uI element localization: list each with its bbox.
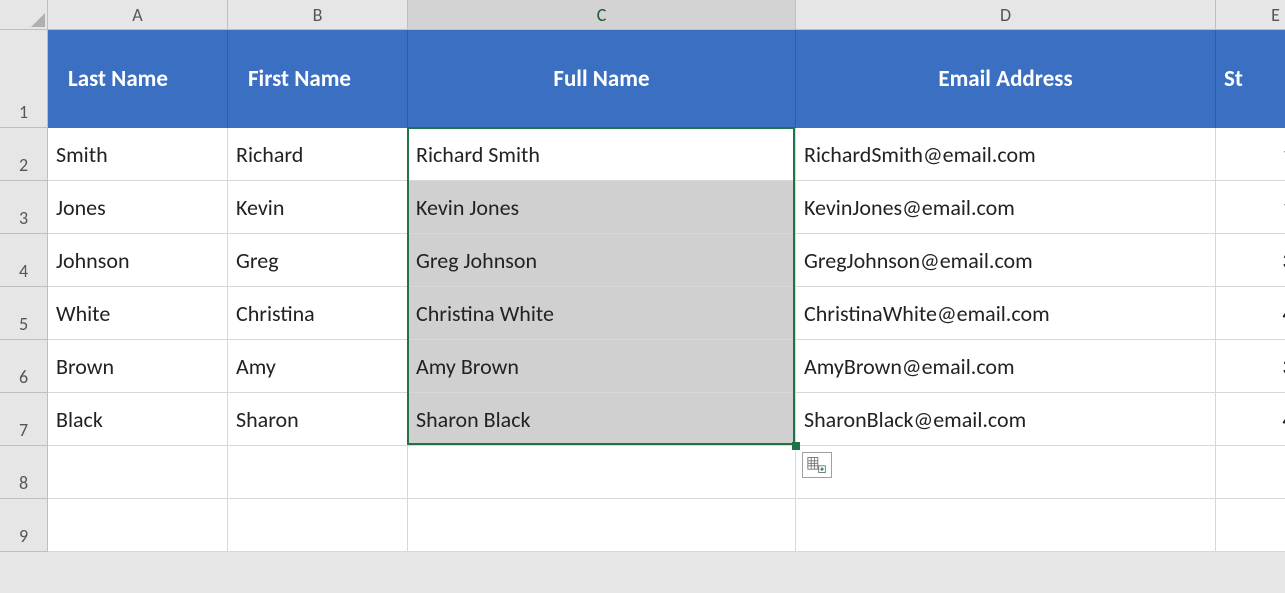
column-header-C[interactable]: C: [408, 0, 796, 30]
cell-C9[interactable]: [408, 499, 796, 552]
cell-E5[interactable]: 4365: [1216, 287, 1285, 340]
cell-A5[interactable]: White: [48, 287, 228, 340]
cell-E2[interactable]: 1734: [1216, 128, 1285, 181]
column-header-B[interactable]: B: [228, 0, 408, 30]
cell-A6[interactable]: Brown: [48, 340, 228, 393]
cell-D6[interactable]: AmyBrown@email.com: [796, 340, 1216, 393]
cell-E3[interactable]: 1807: [1216, 181, 1285, 234]
cell-E6[interactable]: 3311: [1216, 340, 1285, 393]
cell-D8[interactable]: [796, 446, 1216, 499]
cell-A7[interactable]: Black: [48, 393, 228, 446]
table-header-cell[interactable]: Email Address: [796, 30, 1216, 128]
cell-E8[interactable]: [1216, 446, 1285, 499]
cell-A3[interactable]: Jones: [48, 181, 228, 234]
cell-B8[interactable]: [228, 446, 408, 499]
table-header-cell[interactable]: Last Name: [48, 30, 228, 128]
row-header-6[interactable]: 6: [0, 340, 48, 393]
cell-B7[interactable]: Sharon: [228, 393, 408, 446]
row-header-3[interactable]: 3: [0, 181, 48, 234]
column-header-D[interactable]: D: [796, 0, 1216, 30]
cell-D9[interactable]: [796, 499, 1216, 552]
table-row: BlackSharonSharon BlackSharonBlack@email…: [48, 393, 1285, 446]
row-header-9[interactable]: 9: [0, 499, 48, 552]
table-header-cell[interactable]: Full Name: [408, 30, 796, 128]
cell-B6[interactable]: Amy: [228, 340, 408, 393]
cell-D2[interactable]: RichardSmith@email.com: [796, 128, 1216, 181]
cell-B3[interactable]: Kevin: [228, 181, 408, 234]
spreadsheet: ABCDE 123456789 Last NameFirst NameFull …: [0, 0, 1285, 593]
cell-E4[interactable]: 3002: [1216, 234, 1285, 287]
cell-C7[interactable]: Sharon Black: [408, 393, 796, 446]
row-header-5[interactable]: 5: [0, 287, 48, 340]
table-row: BrownAmyAmy BrownAmyBrown@email.com3311: [48, 340, 1285, 393]
cell-C8[interactable]: [408, 446, 796, 499]
cell-B4[interactable]: Greg: [228, 234, 408, 287]
empty-row: [48, 446, 1285, 499]
cell-A9[interactable]: [48, 499, 228, 552]
table-row: WhiteChristinaChristina WhiteChristinaWh…: [48, 287, 1285, 340]
column-header-E[interactable]: E: [1216, 0, 1285, 30]
row-header-1[interactable]: 1: [0, 30, 48, 128]
cell-D3[interactable]: KevinJones@email.com: [796, 181, 1216, 234]
cell-C3[interactable]: Kevin Jones: [408, 181, 796, 234]
cell-C2[interactable]: Richard Smith: [408, 128, 796, 181]
row-headers: 123456789: [0, 30, 48, 552]
cell-A4[interactable]: Johnson: [48, 234, 228, 287]
column-header-A[interactable]: A: [48, 0, 228, 30]
cell-E9[interactable]: [1216, 499, 1285, 552]
row-header-2[interactable]: 2: [0, 128, 48, 181]
cell-C5[interactable]: Christina White: [408, 287, 796, 340]
table-header-cell[interactable]: First Name: [228, 30, 408, 128]
cell-B9[interactable]: [228, 499, 408, 552]
empty-row: [48, 499, 1285, 552]
cell-D5[interactable]: ChristinaWhite@email.com: [796, 287, 1216, 340]
table-header-cell[interactable]: St: [1216, 30, 1285, 128]
cell-C4[interactable]: Greg Johnson: [408, 234, 796, 287]
cell-E7[interactable]: 4008: [1216, 393, 1285, 446]
cell-A2[interactable]: Smith: [48, 128, 228, 181]
column-headers: ABCDE: [48, 0, 1285, 30]
row-header-7[interactable]: 7: [0, 393, 48, 446]
cell-A8[interactable]: [48, 446, 228, 499]
cell-D4[interactable]: GregJohnson@email.com: [796, 234, 1216, 287]
table-row: JonesKevinKevin JonesKevinJones@email.co…: [48, 181, 1285, 234]
row-header-8[interactable]: 8: [0, 446, 48, 499]
cell-C6[interactable]: Amy Brown: [408, 340, 796, 393]
table-header-row: Last NameFirst NameFull NameEmail Addres…: [48, 30, 1285, 128]
table-row: SmithRichardRichard SmithRichardSmith@em…: [48, 128, 1285, 181]
cell-D7[interactable]: SharonBlack@email.com: [796, 393, 1216, 446]
cell-grid: Last NameFirst NameFull NameEmail Addres…: [48, 30, 1285, 552]
select-all-corner[interactable]: [0, 0, 48, 30]
flash-fill-options-icon: [807, 456, 827, 474]
flash-fill-options-button[interactable]: [802, 452, 832, 478]
select-all-triangle-icon: [31, 13, 45, 27]
fill-handle[interactable]: [792, 442, 800, 450]
row-header-4[interactable]: 4: [0, 234, 48, 287]
cell-B5[interactable]: Christina: [228, 287, 408, 340]
cell-B2[interactable]: Richard: [228, 128, 408, 181]
table-row: JohnsonGregGreg JohnsonGregJohnson@email…: [48, 234, 1285, 287]
